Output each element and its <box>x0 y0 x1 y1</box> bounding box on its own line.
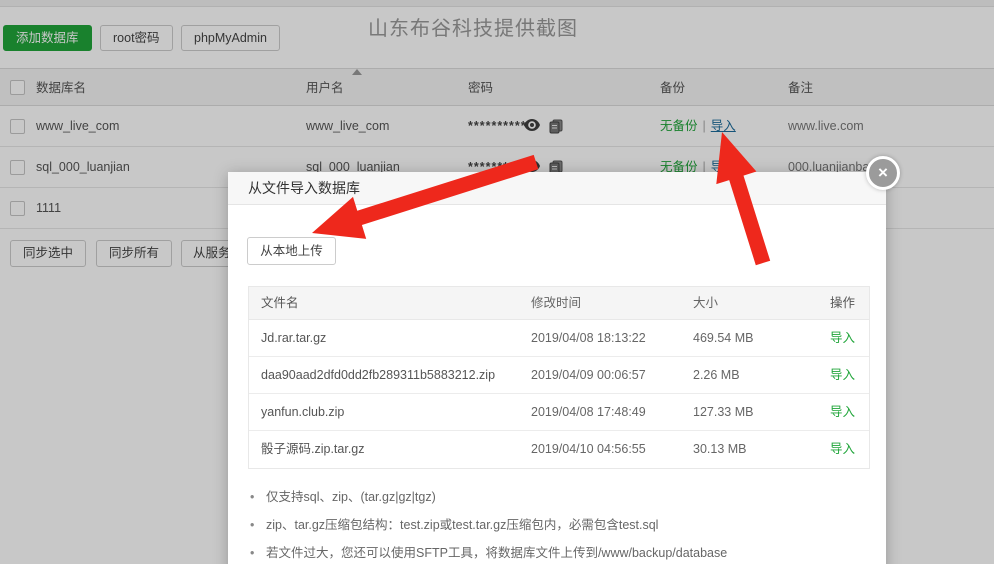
file-name: 骰子源码.zip.tar.gz <box>249 431 531 468</box>
file-name: Jd.rar.tar.gz <box>249 320 531 356</box>
file-size: 469.54 MB <box>681 320 799 356</box>
col-filename: 文件名 <box>249 287 531 319</box>
file-mtime: 2019/04/10 04:56:55 <box>531 431 681 468</box>
file-table-header: 文件名 修改时间 大小 操作 <box>249 287 869 320</box>
file-row: 骰子源码.zip.tar.gz 2019/04/10 04:56:55 30.1… <box>249 431 869 468</box>
upload-local-button[interactable]: 从本地上传 <box>247 237 336 265</box>
file-row: yanfun.club.zip 2019/04/08 17:48:49 127.… <box>249 394 869 431</box>
col-mtime: 修改时间 <box>531 287 681 319</box>
file-size: 127.33 MB <box>681 394 799 430</box>
import-notes: 仅支持sql、zip、(tar.gz|gz|tgz) zip、tar.gz压缩包… <box>248 487 727 564</box>
file-size: 30.13 MB <box>681 431 799 468</box>
file-import-link[interactable]: 导入 <box>830 368 855 382</box>
backup-file-table: 文件名 修改时间 大小 操作 Jd.rar.tar.gz 2019/04/08 … <box>248 286 870 469</box>
file-mtime: 2019/04/08 17:48:49 <box>531 394 681 430</box>
file-name: yanfun.club.zip <box>249 394 531 430</box>
import-database-modal: 从文件导入数据库 × 从本地上传 文件名 修改时间 大小 操作 Jd.rar.t… <box>228 172 886 564</box>
modal-title: 从文件导入数据库 <box>228 172 886 205</box>
note-item: 若文件过大，您还可以使用SFTP工具，将数据库文件上传到/www/backup/… <box>248 543 727 563</box>
file-import-link[interactable]: 导入 <box>830 442 855 456</box>
database-manager-screen: 山东布谷科技提供截图 添加数据库 root密码 phpMyAdmin 数据库名 … <box>0 0 994 564</box>
file-row: daa90aad2dfd0dd2fb289311b5883212.zip 201… <box>249 357 869 394</box>
file-row: Jd.rar.tar.gz 2019/04/08 18:13:22 469.54… <box>249 320 869 357</box>
file-name: daa90aad2dfd0dd2fb289311b5883212.zip <box>249 357 531 393</box>
file-import-link[interactable]: 导入 <box>830 405 855 419</box>
file-import-link[interactable]: 导入 <box>830 331 855 345</box>
file-mtime: 2019/04/08 18:13:22 <box>531 320 681 356</box>
file-size: 2.26 MB <box>681 357 799 393</box>
file-mtime: 2019/04/09 00:06:57 <box>531 357 681 393</box>
col-action: 操作 <box>799 287 869 319</box>
note-item: zip、tar.gz压缩包结构：test.zip或test.tar.gz压缩包内… <box>248 515 727 535</box>
note-item: 仅支持sql、zip、(tar.gz|gz|tgz) <box>248 487 727 507</box>
col-size: 大小 <box>681 287 799 319</box>
close-icon[interactable]: × <box>866 156 900 190</box>
